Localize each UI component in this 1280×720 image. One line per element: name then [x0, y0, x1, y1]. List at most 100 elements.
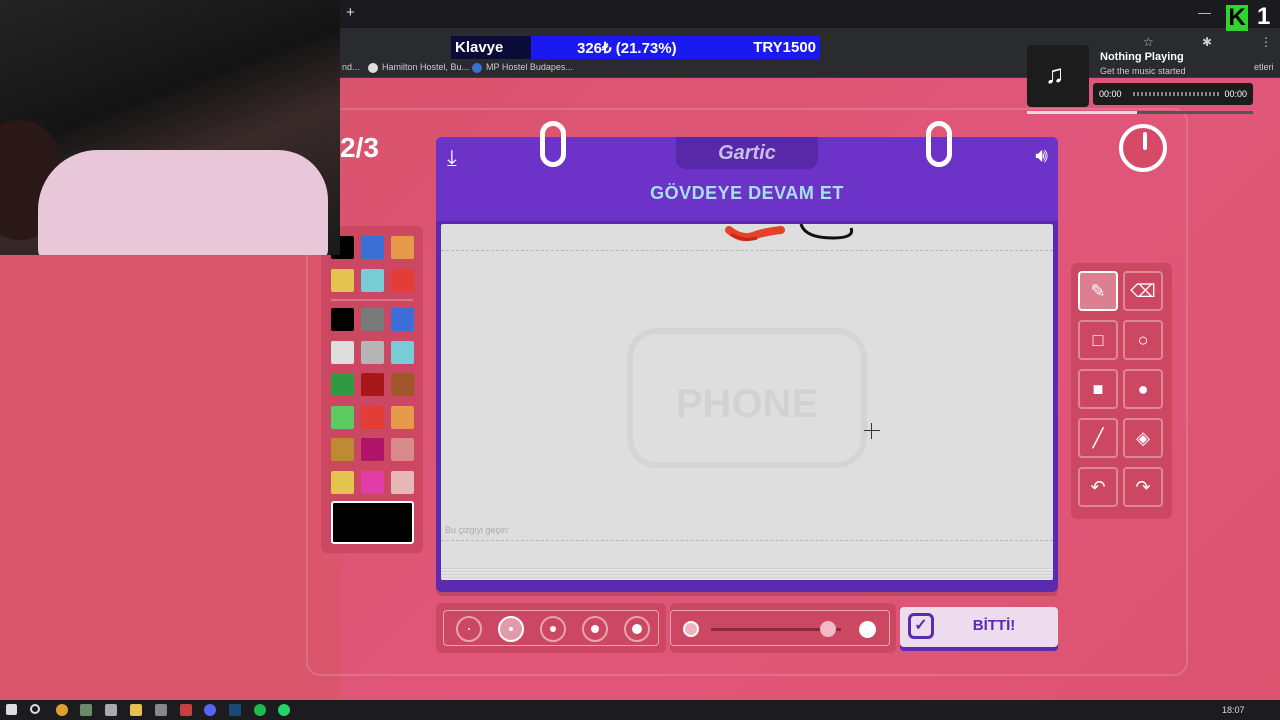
logo-number: 1	[1257, 3, 1271, 30]
color-swatch[interactable]	[361, 308, 384, 331]
color-swatch[interactable]	[361, 373, 384, 396]
rectangle-outline-tool[interactable]: □	[1078, 320, 1118, 360]
brush-size-button[interactable]	[456, 616, 482, 642]
file-explorer-icon[interactable]	[130, 704, 142, 716]
bookmark-item[interactable]: MP Hostel Budapes...	[472, 62, 573, 73]
color-swatch[interactable]	[331, 269, 354, 292]
minimize-button[interactable]: —	[1198, 5, 1211, 20]
browser-menu-icon[interactable]: ⋮	[1260, 35, 1272, 49]
fill-bucket-tool[interactable]: ◈	[1123, 418, 1163, 458]
app-icon[interactable]	[155, 704, 167, 716]
line-hint-label: Bu çizgiyi geçin:	[445, 525, 510, 535]
discord-icon[interactable]	[204, 704, 216, 716]
app-icon[interactable]	[105, 704, 117, 716]
ellipse-fill-tool[interactable]: ●	[1123, 369, 1163, 409]
color-swatch[interactable]	[391, 340, 414, 364]
rectangle-fill-tool[interactable]: ■	[1078, 369, 1118, 409]
music-title: Nothing Playing	[1100, 51, 1184, 63]
color-swatch[interactable]	[361, 438, 384, 461]
search-icon[interactable]	[30, 704, 40, 714]
taskbar-clock: 18:07	[1222, 705, 1245, 715]
color-swatch[interactable]	[331, 340, 354, 364]
windows-start-icon[interactable]	[6, 704, 17, 715]
brush-size-button[interactable]	[582, 616, 608, 642]
opacity-panel	[670, 603, 896, 653]
donation-progress: 326₺ (21.73%) TRY1500	[531, 36, 820, 59]
color-swatch[interactable]	[361, 269, 384, 292]
color-swatch[interactable]	[331, 308, 354, 331]
app-icon[interactable]	[80, 704, 92, 716]
music-widget: ♫ Nothing Playing Get the music started …	[1027, 45, 1253, 114]
brush-size-button[interactable]	[624, 616, 650, 642]
redo-tool[interactable]: ↷	[1123, 467, 1163, 507]
bookmark-item[interactable]: etleri	[1254, 62, 1274, 72]
opacity-slider[interactable]	[670, 610, 890, 646]
globe-icon	[368, 62, 378, 73]
windows-taskbar: 18:07	[0, 700, 1280, 720]
app-icon[interactable]	[180, 704, 192, 716]
chrome-icon[interactable]	[56, 704, 68, 716]
color-swatch[interactable]	[391, 236, 414, 259]
color-swatch[interactable]	[391, 308, 414, 331]
done-button[interactable]: ✓ BİTTİ!	[900, 607, 1058, 647]
opacity-max-icon	[859, 621, 876, 638]
music-underline	[1027, 111, 1253, 114]
opacity-min-icon	[683, 621, 699, 637]
donation-name: Klavye	[451, 36, 531, 59]
donation-goal: TRY1500	[753, 39, 816, 56]
brush-size-button[interactable]	[498, 616, 524, 642]
sound-icon[interactable]: 🔊︎	[1035, 145, 1048, 168]
bookmark-item[interactable]: nd...	[342, 62, 360, 72]
music-track	[1133, 92, 1219, 96]
color-swatch[interactable]	[391, 405, 414, 429]
binder-ring-right	[926, 121, 952, 167]
pencil-tool[interactable]: ✎	[1078, 271, 1118, 311]
checkmark-icon: ✓	[908, 613, 934, 639]
donation-amount: 326₺ (21.73%)	[577, 39, 677, 57]
ellipse-fill-icon: ●	[1137, 378, 1149, 399]
color-swatch[interactable]	[361, 470, 384, 494]
ellipse-outline-tool[interactable]: ○	[1123, 320, 1163, 360]
color-swatch[interactable]	[391, 438, 414, 461]
new-tab-button[interactable]: +	[346, 4, 355, 21]
color-swatch[interactable]	[331, 438, 354, 461]
color-swatch[interactable]	[361, 340, 384, 364]
pencil-icon: ✎	[1090, 280, 1106, 301]
done-button-label: BİTTİ!	[972, 617, 1016, 634]
color-swatch[interactable]	[361, 236, 384, 259]
undo-tool[interactable]: ↶	[1078, 467, 1118, 507]
undo-icon: ↶	[1090, 476, 1106, 497]
music-progress: 00:00 00:00	[1093, 83, 1253, 105]
album-art: ♫	[1027, 45, 1089, 107]
color-swatch[interactable]	[331, 373, 354, 396]
color-swatch[interactable]	[391, 470, 414, 494]
color-swatch[interactable]	[331, 470, 354, 494]
ellipse-outline-icon: ○	[1137, 329, 1149, 350]
download-icon[interactable]: ⤓	[447, 145, 457, 171]
eraser-tool[interactable]: ⌫	[1123, 271, 1163, 311]
color-swatch[interactable]	[391, 269, 414, 292]
color-swatch[interactable]	[361, 405, 384, 429]
opacity-knob[interactable]	[820, 621, 836, 637]
timer-icon	[1119, 124, 1167, 172]
bookmark-item[interactable]: Hamilton Hostel, Bu...	[368, 62, 469, 73]
color-palette	[321, 226, 423, 553]
bottom-guide-line	[441, 540, 1053, 541]
fill-bucket-icon: ◈	[1136, 427, 1150, 448]
drawing-canvas[interactable]: PHONE Bu çizgiyi geçin:	[441, 224, 1053, 580]
color-swatch[interactable]	[331, 405, 354, 429]
whatsapp-icon[interactable]	[278, 704, 290, 716]
tool-panel: ✎ ⌫ □ ○ ■ ● ╱ ◈ ↶ ↷	[1071, 263, 1172, 519]
donation-bar: Klavye 326₺ (21.73%) TRY1500	[451, 36, 820, 59]
brush-size-group	[443, 610, 659, 646]
logo-tab: Gartic	[676, 137, 818, 169]
color-swatch[interactable]	[391, 373, 414, 396]
spotify-icon[interactable]	[254, 704, 266, 716]
paper-edge	[441, 568, 1053, 580]
watermark-logo: PHONE	[627, 328, 867, 468]
gartic-logo: Gartic	[718, 142, 776, 164]
brush-size-button[interactable]	[540, 616, 566, 642]
current-color-preview[interactable]	[331, 501, 414, 544]
steam-icon[interactable]	[229, 704, 241, 716]
line-tool[interactable]: ╱	[1078, 418, 1118, 458]
